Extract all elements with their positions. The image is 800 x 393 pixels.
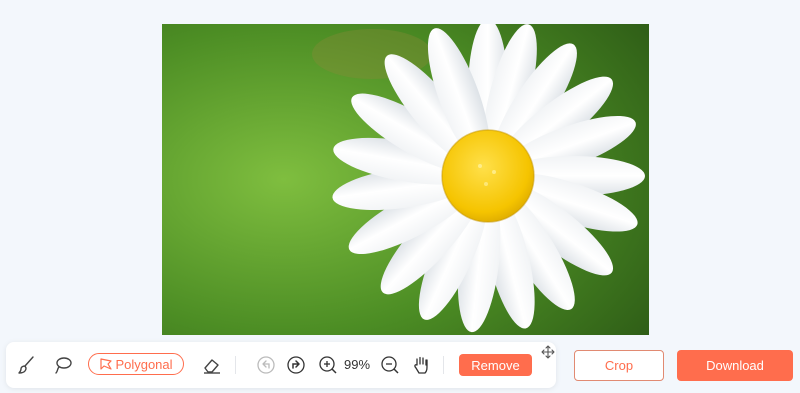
undo-icon[interactable]	[254, 353, 278, 377]
polygonal-button[interactable]: Polygonal	[88, 353, 184, 375]
editor-toolbar: Polygonal 99% Remove	[6, 342, 556, 388]
daisy-photo	[162, 24, 649, 335]
polygonal-icon	[100, 358, 113, 370]
zoom-out-icon[interactable]	[378, 353, 402, 377]
zoom-level: 99%	[344, 357, 371, 372]
redo-icon[interactable]	[284, 353, 308, 377]
hand-icon[interactable]	[409, 353, 433, 377]
download-button[interactable]: Download	[677, 350, 793, 381]
move-icon[interactable]	[541, 345, 555, 359]
polygonal-label: Polygonal	[115, 356, 173, 372]
toolbar-divider	[235, 356, 236, 374]
brush-icon[interactable]	[15, 353, 39, 377]
remove-button[interactable]: Remove	[459, 354, 532, 376]
lasso-icon[interactable]	[51, 353, 75, 377]
toolbar-divider	[443, 356, 444, 374]
crop-button[interactable]: Crop	[574, 350, 664, 381]
canvas-image[interactable]	[162, 24, 649, 335]
zoom-in-icon[interactable]	[316, 353, 340, 377]
eraser-icon[interactable]	[200, 353, 224, 377]
